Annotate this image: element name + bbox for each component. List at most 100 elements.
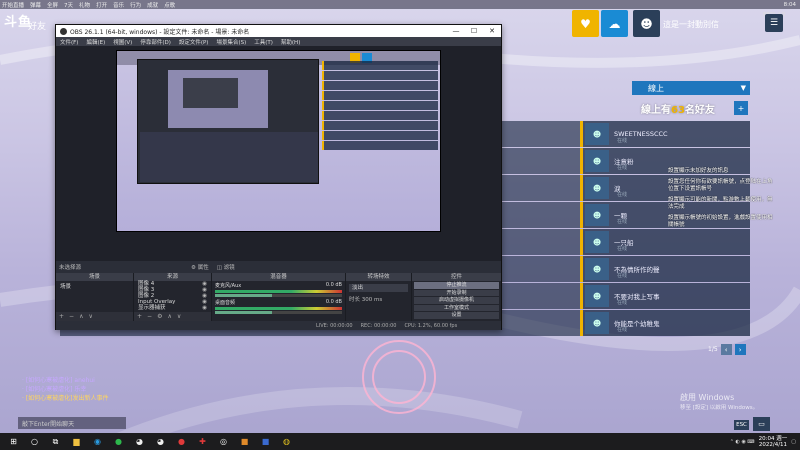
add-friend-icon[interactable]: + xyxy=(734,101,748,115)
strip-item[interactable]: 打开 xyxy=(96,1,107,9)
strip-item[interactable]: 7天 xyxy=(64,1,73,9)
preview-canvas[interactable] xyxy=(116,50,441,232)
chat-input[interactable]: 敲下Enter開始聊天 xyxy=(18,417,126,429)
stop-streaming-button[interactable]: 停止推流 xyxy=(414,282,499,289)
transition-duration[interactable]: 时长 300 ms xyxy=(349,295,408,303)
close-icon[interactable]: ✕ xyxy=(483,27,501,35)
volume-meter xyxy=(215,307,342,310)
volume-slider[interactable] xyxy=(215,311,342,314)
move-up-icon[interactable]: ∧ xyxy=(79,313,83,320)
friend-row[interactable]: ☻ 你能是个幼稚鬼 在线 xyxy=(580,310,750,336)
friend-status: 在线 xyxy=(617,165,628,171)
obs-title: OBS 26.1.1 (64-bit, windows) - 設定文件: 未命名… xyxy=(70,28,250,36)
taskview-icon[interactable]: ⧉ xyxy=(48,434,63,449)
gift-icon[interactable]: ♥ xyxy=(572,10,599,37)
menu-tools[interactable]: 工具(T) xyxy=(254,38,273,46)
notification-icon[interactable]: ▢ xyxy=(791,439,796,445)
friend-pager: 1/5 ‹ › xyxy=(708,344,746,355)
app-icon[interactable]: ✚ xyxy=(195,434,210,449)
volume-slider[interactable] xyxy=(215,294,342,297)
tab-friends[interactable]: 好友 xyxy=(28,19,46,32)
studio-mode-button[interactable]: 工作室模式 xyxy=(414,304,499,311)
strip-item[interactable]: 全屏 xyxy=(47,1,58,9)
channel-db: 0.0 dB xyxy=(325,282,342,288)
avatar-icon[interactable]: ☻ xyxy=(633,10,660,37)
esc-button[interactable]: ESC xyxy=(734,420,749,430)
friend-row[interactable]: ☻ 不要对我上写事 在线 xyxy=(580,283,750,309)
qq2-icon[interactable]: ◕ xyxy=(153,434,168,449)
remove-icon[interactable]: − xyxy=(147,313,152,320)
clock-date: 2022/4/11 xyxy=(758,441,788,448)
stream-top-strip: 开始直播 弹幕 全屏 7天 礼物 打开 音乐 行为 成就 点歌 8:04 xyxy=(0,0,800,9)
strip-item[interactable]: 弹幕 xyxy=(30,1,41,9)
online-status-dropdown[interactable]: 線上 ▼ xyxy=(632,81,750,95)
move-down-icon[interactable]: ∨ xyxy=(177,313,181,320)
windows-icon[interactable]: ⊞ xyxy=(6,434,21,449)
menu-file[interactable]: 文件(F) xyxy=(60,38,78,46)
obs-icon[interactable]: ◎ xyxy=(216,434,231,449)
obs-preview-area[interactable] xyxy=(56,46,501,261)
game-icon[interactable]: ■ xyxy=(237,434,252,449)
strip-item[interactable]: 行为 xyxy=(130,1,141,9)
friend-status: 在线 xyxy=(617,300,628,306)
chrome-icon[interactable]: ◍ xyxy=(279,434,294,449)
strip-item[interactable]: 音乐 xyxy=(113,1,124,9)
dock-title: 控件 xyxy=(412,273,501,281)
eye-icon[interactable]: ◉ xyxy=(202,305,207,311)
friend-row[interactable]: ☻ 不為情所作的聲 在线 xyxy=(580,256,750,282)
mixer-channel: 桌面音频 0.0 dB xyxy=(212,298,345,315)
search-icon[interactable]: ○ xyxy=(27,434,42,449)
next-page-button[interactable]: › xyxy=(734,344,746,355)
source-item[interactable]: 显示器捕获 ◉ xyxy=(134,305,211,311)
friend-row[interactable]: ☻ SWEETNESSCCC 在线 xyxy=(580,121,750,147)
windows-taskbar: ⊞ ○ ⧉ ▆ ◉ ● ◕ ◕ ● ✚ ◎ ■ ■ ◍ ⌃ ◐ ◉ ⌨ 20:04 週一 2022/4/1… xyxy=(0,433,800,450)
clock[interactable]: 20:04 週一 2022/4/11 xyxy=(759,436,788,448)
filters-button[interactable]: ◫ 滤镜 xyxy=(217,263,235,271)
move-up-icon[interactable]: ∧ xyxy=(167,313,171,320)
avatar-icon: ☻ xyxy=(585,258,609,280)
menu-help[interactable]: 幫助(H) xyxy=(281,38,300,46)
qq-icon[interactable]: ◕ xyxy=(132,434,147,449)
obs-statusbar: LIVE: 00:00:00 REC: 00:00:00 CPU: 1.2%, … xyxy=(56,321,501,330)
transitions-dock: 转场特效 淡出 时长 300 ms xyxy=(346,273,412,321)
menu-icon[interactable]: ☰ xyxy=(765,14,783,32)
remove-icon[interactable]: − xyxy=(69,313,74,320)
minimize-icon[interactable]: ▭ xyxy=(753,417,770,431)
virtual-camera-button[interactable]: 启动虚拟摄像机 xyxy=(414,297,499,304)
netease-icon[interactable]: ● xyxy=(174,434,189,449)
move-down-icon[interactable]: ∨ xyxy=(88,313,92,320)
gear-icon[interactable]: ⚙ xyxy=(157,313,162,320)
menu-docks[interactable]: 停靠部件(D) xyxy=(140,38,171,46)
cloud-icon[interactable]: ☁ xyxy=(601,10,628,37)
obs-logo-icon xyxy=(60,27,67,35)
avatar-icon: ☻ xyxy=(585,150,609,172)
nested-docks xyxy=(140,132,318,182)
tray-icons[interactable]: ⌃ ◐ ◉ ⌨ xyxy=(730,439,755,445)
obs-titlebar[interactable]: OBS 26.1.1 (64-bit, windows) - 設定文件: 未命名… xyxy=(56,25,501,37)
menu-scene-collection[interactable]: 場景集合(S) xyxy=(216,38,246,46)
settings-button[interactable]: 设置 xyxy=(414,312,499,319)
add-icon[interactable]: + xyxy=(137,313,142,320)
transition-select[interactable]: 淡出 xyxy=(349,284,408,292)
scene-item[interactable]: 场景 xyxy=(56,281,133,291)
properties-button[interactable]: ⚙ 属性 xyxy=(191,263,209,271)
explorer-icon[interactable]: ▆ xyxy=(69,434,84,449)
minimize-icon[interactable]: — xyxy=(447,27,465,35)
strip-item[interactable]: 礼物 xyxy=(79,1,90,9)
maximize-icon[interactable]: ☐ xyxy=(465,27,483,35)
edge-icon[interactable]: ◉ xyxy=(90,434,105,449)
add-icon[interactable]: + xyxy=(59,313,64,320)
online-count-suffix: 名好友 xyxy=(684,105,715,116)
app3-icon[interactable]: ■ xyxy=(258,434,273,449)
prev-page-button[interactable]: ‹ xyxy=(720,344,732,355)
page-indicator: 1/5 xyxy=(708,346,718,353)
menu-edit[interactable]: 編輯(E) xyxy=(86,38,105,46)
start-recording-button[interactable]: 开始录制 xyxy=(414,289,499,296)
wechat-icon[interactable]: ● xyxy=(111,434,126,449)
strip-item[interactable]: 开始直播 xyxy=(2,1,24,9)
strip-item[interactable]: 成就 xyxy=(147,1,158,9)
menu-profile[interactable]: 設定文件(P) xyxy=(179,38,209,46)
strip-item[interactable]: 点歌 xyxy=(164,1,175,9)
preview-friend-list xyxy=(322,61,438,151)
menu-view[interactable]: 視圖(V) xyxy=(113,38,132,46)
